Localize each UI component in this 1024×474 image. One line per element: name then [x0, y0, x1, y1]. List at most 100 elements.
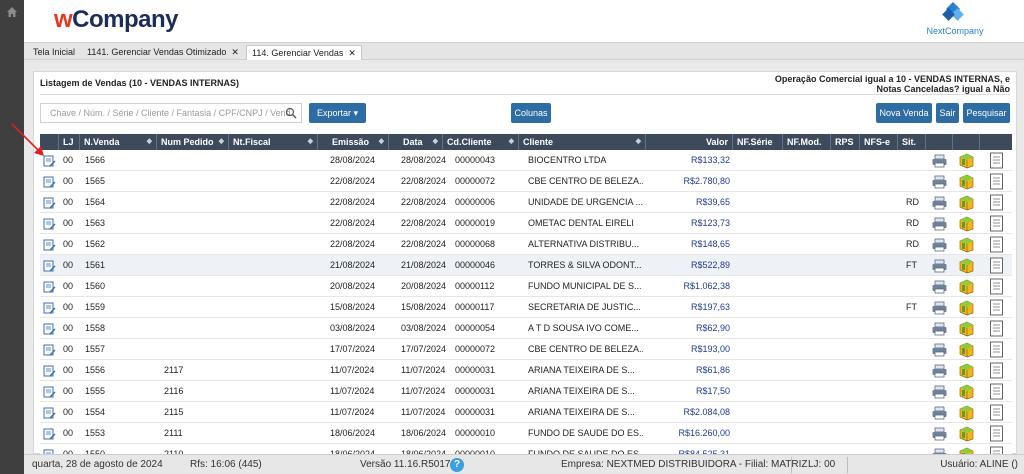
- box-icon[interactable]: [958, 320, 975, 337]
- document-icon[interactable]: [988, 173, 1005, 190]
- document-icon[interactable]: [988, 383, 1005, 400]
- box-icon[interactable]: [958, 362, 975, 379]
- document-icon[interactable]: [988, 404, 1005, 421]
- edit-icon[interactable]: [43, 281, 56, 293]
- box-icon[interactable]: [958, 173, 975, 190]
- edit-icon[interactable]: [43, 386, 56, 398]
- col-data[interactable]: Data ◆: [389, 134, 443, 150]
- col-nf-serie[interactable]: NF.Série: [733, 134, 783, 150]
- box-icon[interactable]: [958, 278, 975, 295]
- edit-icon[interactable]: [43, 344, 56, 356]
- col-sit[interactable]: Sit.: [898, 134, 926, 150]
- box-icon[interactable]: [958, 257, 975, 274]
- home-icon[interactable]: [6, 6, 18, 18]
- box-icon[interactable]: [958, 341, 975, 358]
- box-icon[interactable]: [958, 152, 975, 169]
- printer-icon[interactable]: [931, 257, 948, 274]
- box-icon[interactable]: [958, 404, 975, 421]
- edit-icon[interactable]: [43, 323, 56, 335]
- box-icon[interactable]: [958, 383, 975, 400]
- col-cd-cliente[interactable]: Cd.Cliente ◆: [443, 134, 519, 150]
- printer-icon[interactable]: [931, 320, 948, 337]
- document-icon[interactable]: [988, 194, 1005, 211]
- search-icon[interactable]: [285, 107, 297, 119]
- close-tab-icon[interactable]: ✕: [348, 48, 356, 58]
- col-nvenda[interactable]: N.Venda ◆: [80, 134, 157, 150]
- document-icon[interactable]: [988, 152, 1005, 169]
- edit-icon[interactable]: [43, 260, 56, 272]
- printer-icon[interactable]: [931, 341, 948, 358]
- col-rps[interactable]: RPS: [831, 134, 860, 150]
- col-nt-fiscal[interactable]: Nt.Fiscal ◆: [229, 134, 318, 150]
- table-row[interactable]: 00 1563 22/08/2024 22/08/2024 00000019 OMETAC…: [40, 213, 1012, 234]
- columns-button[interactable]: Colunas: [511, 103, 551, 123]
- document-icon[interactable]: [988, 236, 1005, 253]
- col-lj[interactable]: LJ: [59, 134, 80, 150]
- document-icon[interactable]: [988, 320, 1005, 337]
- cell-nvenda: 1553: [85, 428, 106, 438]
- edit-icon[interactable]: [43, 428, 56, 440]
- table-row[interactable]: 00 1558 03/08/2024 03/08/2024 00000054 A T D …: [40, 318, 1012, 339]
- export-button[interactable]: Exportar ▾: [309, 103, 366, 123]
- box-icon[interactable]: [958, 425, 975, 442]
- document-icon[interactable]: [988, 278, 1005, 295]
- box-icon[interactable]: [958, 194, 975, 211]
- printer-icon[interactable]: [931, 173, 948, 190]
- new-sale-button[interactable]: Nova Venda: [876, 103, 932, 123]
- table-row[interactable]: 00 1555 2116 11/07/2024 11/07/2024 00000031 AR…: [40, 381, 1012, 402]
- document-icon[interactable]: [988, 257, 1005, 274]
- document-icon[interactable]: [988, 215, 1005, 232]
- box-icon[interactable]: [958, 299, 975, 316]
- printer-icon[interactable]: [931, 362, 948, 379]
- table-row[interactable]: 00 1557 17/07/2024 17/07/2024 00000072 CBE CE…: [40, 339, 1012, 360]
- search-input[interactable]: Chave / Núm. / Série / Cliente / Fantasi…: [40, 103, 302, 123]
- table-row[interactable]: 00 1566 28/08/2024 28/08/2024 00000043 BIOCEN…: [40, 150, 1012, 171]
- col-num-pedido[interactable]: Num Pedido ◆: [157, 134, 229, 150]
- col-valor[interactable]: Valor: [646, 134, 733, 150]
- table-row[interactable]: 00 1561 21/08/2024 21/08/2024 00000046 TORRES…: [40, 255, 1012, 276]
- close-tab-icon[interactable]: ✕: [231, 47, 239, 57]
- edit-icon[interactable]: [43, 197, 56, 209]
- edit-icon[interactable]: [43, 218, 56, 230]
- tab-tela-inicial[interactable]: Tela Inicial: [28, 45, 80, 60]
- table-row[interactable]: 00 1554 2115 11/07/2024 11/07/2024 00000031 AR…: [40, 402, 1012, 423]
- edit-icon[interactable]: [43, 365, 56, 377]
- printer-icon[interactable]: [931, 152, 948, 169]
- table-row[interactable]: 00 1564 22/08/2024 22/08/2024 00000006 UNIDAD…: [40, 192, 1012, 213]
- edit-icon[interactable]: [43, 239, 56, 251]
- table-row[interactable]: 00 1565 22/08/2024 22/08/2024 00000072 CBE CE…: [40, 171, 1012, 192]
- exit-button[interactable]: Sair: [936, 103, 959, 123]
- printer-icon[interactable]: [931, 425, 948, 442]
- divider: [40, 94, 1010, 95]
- edit-icon[interactable]: [43, 176, 56, 188]
- col-cliente[interactable]: Cliente ◆: [519, 134, 646, 150]
- col-nfse[interactable]: NFS-e: [860, 134, 898, 150]
- tab-gerenciar-vendas-otimizado[interactable]: 1141. Gerenciar Vendas Otimizado ✕: [82, 45, 244, 60]
- table-row[interactable]: 00 1553 2111 18/06/2024 18/06/2024 00000010 FU…: [40, 423, 1012, 444]
- search-button[interactable]: Pesquisar: [963, 103, 1010, 123]
- printer-icon[interactable]: [931, 404, 948, 421]
- document-icon[interactable]: [988, 341, 1005, 358]
- table-row[interactable]: 00 1560 20/08/2024 20/08/2024 00000112 FUNDO …: [40, 276, 1012, 297]
- printer-icon[interactable]: [931, 278, 948, 295]
- document-icon[interactable]: [988, 362, 1005, 379]
- printer-icon[interactable]: [931, 194, 948, 211]
- table-row[interactable]: 00 1556 2117 11/07/2024 11/07/2024 00000031 AR…: [40, 360, 1012, 381]
- table-row[interactable]: 00 1559 15/08/2024 15/08/2024 00000117 SECRET…: [40, 297, 1012, 318]
- printer-icon[interactable]: [931, 236, 948, 253]
- tab-gerenciar-vendas[interactable]: 114. Gerenciar Vendas ✕: [246, 45, 362, 60]
- edit-icon[interactable]: [43, 302, 56, 314]
- document-icon[interactable]: [988, 299, 1005, 316]
- edit-icon[interactable]: [43, 407, 56, 419]
- printer-icon[interactable]: [931, 383, 948, 400]
- printer-icon[interactable]: [931, 215, 948, 232]
- company-logo[interactable]: wCompany: [54, 6, 179, 34]
- help-icon[interactable]: ?: [450, 458, 464, 472]
- printer-icon[interactable]: [931, 299, 948, 316]
- box-icon[interactable]: [958, 236, 975, 253]
- col-nf-mod[interactable]: NF.Mod.: [783, 134, 831, 150]
- table-row[interactable]: 00 1562 22/08/2024 22/08/2024 00000068 ALTERN…: [40, 234, 1012, 255]
- document-icon[interactable]: [988, 425, 1005, 442]
- box-icon[interactable]: [958, 215, 975, 232]
- col-emissao[interactable]: Emissão ◆: [318, 134, 389, 150]
